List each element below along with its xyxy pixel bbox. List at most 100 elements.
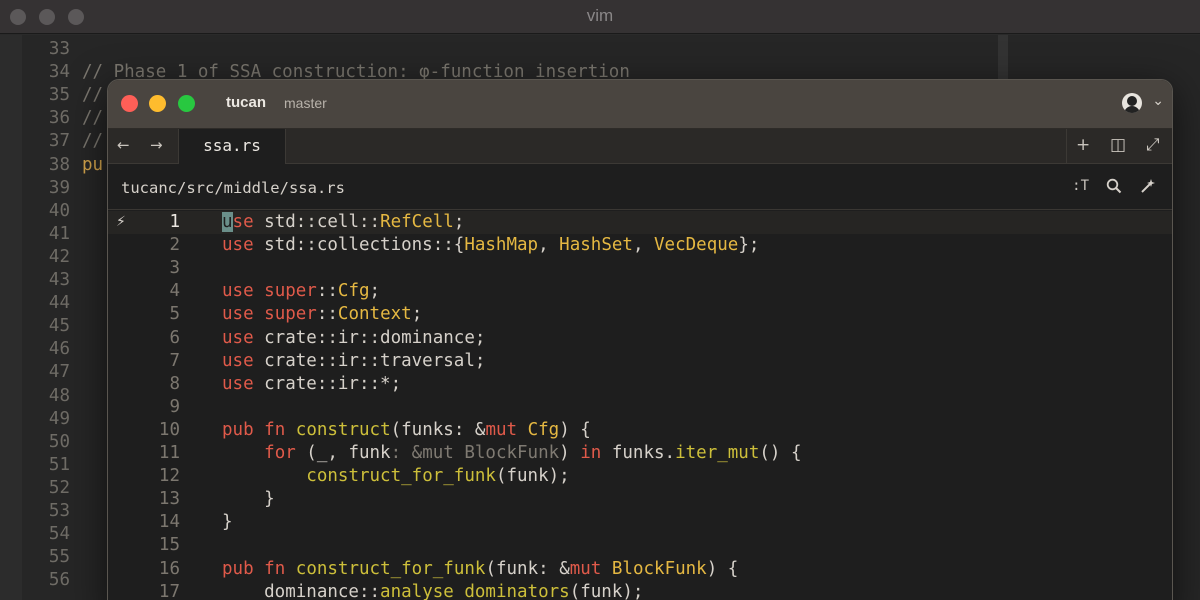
vim-line-number: 34 bbox=[48, 62, 70, 83]
code-line: 15 bbox=[108, 534, 1172, 557]
code-text: use std::cell::RefCell; bbox=[222, 212, 465, 232]
vim-line-number: 47 bbox=[48, 362, 70, 383]
tab-ssa-rs[interactable]: ssa.rs bbox=[178, 129, 286, 165]
file-path: tucanc/src/middle/ssa.rs bbox=[121, 179, 345, 197]
code-line: 10 pub fn construct(funks: &mut Cfg) { bbox=[108, 419, 1172, 442]
chevron-down-icon[interactable]: ⌄ bbox=[1152, 93, 1164, 109]
type-toggle-button[interactable]: :T bbox=[1072, 178, 1089, 194]
line-number: 4 bbox=[169, 281, 180, 302]
line-number: 16 bbox=[158, 558, 180, 579]
code-line: 13 } bbox=[108, 488, 1172, 511]
code-text: for (_, funk: &mut BlockFunk) in funks.i… bbox=[264, 443, 802, 463]
session-name: tucan bbox=[226, 94, 267, 111]
line-number: 8 bbox=[169, 373, 180, 394]
code-line: 12 construct_for_funk(funk); bbox=[108, 465, 1172, 488]
code-view[interactable]: ⚡ 1 use std::cell::RefCell;2 use std::colle… bbox=[108, 209, 1172, 600]
magic-wand-icon[interactable] bbox=[1140, 178, 1156, 194]
code-text: pub fn construct_for_funk(funk: &mut Blo… bbox=[222, 558, 739, 579]
new-tab-icon[interactable]: + bbox=[1076, 135, 1090, 155]
search-icon[interactable] bbox=[1106, 178, 1122, 194]
line-number: 12 bbox=[158, 466, 180, 487]
vim-line-number: 45 bbox=[48, 316, 70, 337]
user-avatar-icon[interactable] bbox=[1122, 93, 1142, 113]
vim-line-number: 48 bbox=[48, 385, 70, 406]
code-line: 7 use crate::ir::traversal; bbox=[108, 350, 1172, 373]
line-number: 2 bbox=[169, 235, 180, 256]
split-pane-icon[interactable]: ◫ bbox=[1110, 135, 1126, 155]
code-line: 8 use crate::ir::*; bbox=[108, 373, 1172, 396]
code-line: 16 pub fn construct_for_funk(funk: &mut B… bbox=[108, 558, 1172, 581]
code-line: 5 use super::Context; bbox=[108, 303, 1172, 326]
vim-line-number: 37 bbox=[48, 131, 70, 152]
vim-line-number: 52 bbox=[48, 477, 70, 498]
terminal-window: tucan master ⌄ ← → ssa.rs + ◫ ⤢ tucanc/s… bbox=[107, 79, 1173, 600]
vim-line-number: 41 bbox=[48, 223, 70, 244]
line-number: 11 bbox=[158, 443, 180, 463]
line-number: 9 bbox=[169, 396, 180, 417]
vim-line-number: 43 bbox=[48, 270, 70, 290]
code-text: use crate::ir::dominance; bbox=[222, 327, 486, 348]
line-number: 6 bbox=[169, 327, 180, 348]
code-text: use crate::ir::traversal; bbox=[222, 350, 486, 371]
code-text: } bbox=[222, 512, 233, 533]
vim-titlebar: vim bbox=[0, 0, 1200, 34]
text-cursor: u bbox=[222, 212, 233, 232]
lightning-icon: ⚡ bbox=[116, 214, 126, 230]
close-button[interactable] bbox=[121, 95, 138, 112]
path-bar: tucanc/src/middle/ssa.rs :T bbox=[108, 164, 1172, 209]
code-line: 14} bbox=[108, 511, 1172, 534]
line-number: 5 bbox=[169, 304, 180, 325]
vim-code-line: // bbox=[82, 108, 104, 129]
code-line: 11 for (_, funk: &mut BlockFunk) in funk… bbox=[108, 442, 1172, 465]
code-line: 3 bbox=[108, 257, 1172, 280]
line-number: 17 bbox=[158, 581, 180, 600]
vim-line-number: 55 bbox=[48, 547, 70, 568]
code-text: use super::Context; bbox=[222, 304, 423, 325]
code-line: 17 dominance::analyse_dominators(funk); bbox=[108, 581, 1172, 600]
code-line: ⚡ 1 use std::cell::RefCell; bbox=[108, 211, 1172, 234]
git-branch: master bbox=[284, 95, 327, 111]
line-number: 7 bbox=[169, 350, 180, 371]
zoom-button[interactable] bbox=[178, 95, 195, 112]
vim-code-line: // bbox=[82, 85, 104, 106]
line-number: 1 bbox=[169, 212, 180, 232]
back-arrow-icon[interactable]: ← bbox=[117, 136, 130, 154]
vim-line-number: 51 bbox=[48, 454, 70, 475]
forward-arrow-icon[interactable]: → bbox=[150, 136, 163, 154]
code-line: 9 bbox=[108, 396, 1172, 419]
code-text: use crate::ir::*; bbox=[222, 373, 402, 394]
vim-line-number: 33 bbox=[48, 39, 70, 59]
code-text: use super::Cfg; bbox=[222, 281, 381, 302]
line-number: 3 bbox=[169, 258, 180, 279]
vim-line-number: 50 bbox=[48, 431, 70, 452]
vim-line-number: 39 bbox=[48, 177, 70, 198]
code-line: 2 use std::collections::{HashMap, HashSet… bbox=[108, 234, 1172, 257]
vim-line-number: 40 bbox=[48, 200, 70, 221]
code-text: use std::collections::{HashMap, HashSet,… bbox=[222, 235, 760, 256]
vim-code-line: pu bbox=[82, 154, 104, 175]
vim-line-number: 36 bbox=[48, 108, 70, 129]
vim-code-line: // bbox=[82, 131, 104, 152]
vim-line-number: 54 bbox=[48, 524, 70, 545]
vim-line-number: 46 bbox=[48, 339, 70, 360]
vim-sign-column bbox=[0, 35, 22, 600]
code-line: 4 use super::Cfg; bbox=[108, 280, 1172, 303]
vim-line-number: 49 bbox=[48, 408, 70, 429]
vim-line-number: 56 bbox=[48, 570, 70, 591]
code-text: construct_for_funk(funk); bbox=[306, 466, 570, 487]
line-number: 14 bbox=[158, 512, 180, 533]
expand-icon[interactable]: ⤢ bbox=[1146, 135, 1160, 155]
vim-line-number: 44 bbox=[48, 293, 70, 314]
vim-line-number: 42 bbox=[48, 246, 70, 267]
code-line: 6 use crate::ir::dominance; bbox=[108, 327, 1172, 350]
line-number: 15 bbox=[158, 535, 180, 556]
vim-line-number: 53 bbox=[48, 501, 70, 521]
vim-line-number: 38 bbox=[48, 154, 70, 175]
minimize-button[interactable] bbox=[149, 95, 166, 112]
code-text: dominance::analyse_dominators(funk); bbox=[222, 581, 644, 600]
code-text: pub fn construct(funks: &mut Cfg) { bbox=[222, 419, 591, 440]
terminal-titlebar: tucan master ⌄ bbox=[108, 80, 1172, 129]
line-number: 10 bbox=[158, 419, 180, 440]
vim-window-title: vim bbox=[586, 6, 614, 25]
vim-line-number: 35 bbox=[48, 85, 70, 106]
